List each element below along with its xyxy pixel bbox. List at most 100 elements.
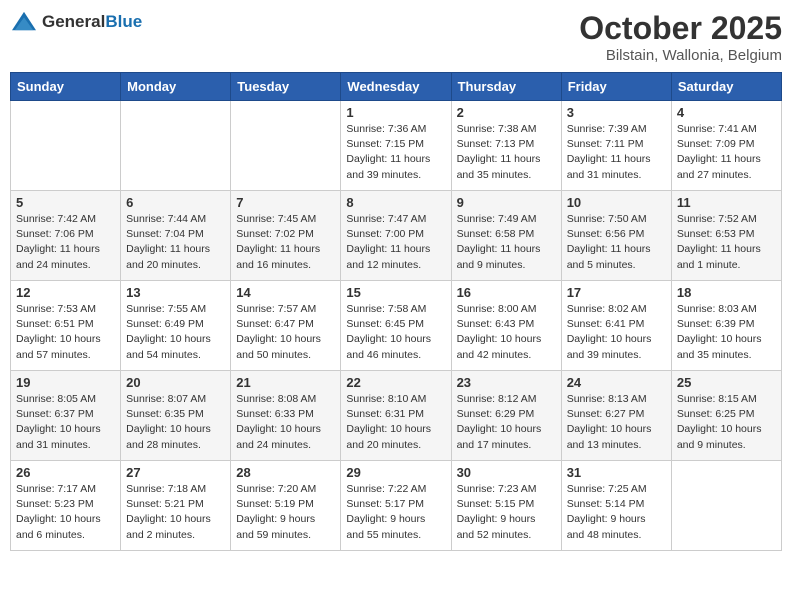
day-number: 15 — [346, 285, 445, 300]
day-info: Sunrise: 7:50 AM Sunset: 6:56 PM Dayligh… — [567, 212, 666, 273]
header-thursday: Thursday — [451, 73, 561, 101]
calendar-cell: 3 Sunrise: 7:39 AM Sunset: 7:11 PM Daylig… — [561, 101, 671, 191]
day-info: Sunrise: 7:38 AM Sunset: 7:13 PM Dayligh… — [457, 122, 556, 183]
day-info: Sunrise: 8:15 AM Sunset: 6:25 PM Dayligh… — [677, 392, 776, 453]
page-header: GeneralBlue October 2025 Bilstain, Wallo… — [10, 10, 782, 64]
day-number: 7 — [236, 195, 335, 210]
day-info: Sunrise: 7:58 AM Sunset: 6:45 PM Dayligh… — [346, 302, 445, 363]
day-number: 4 — [677, 105, 776, 120]
calendar-cell: 26Sunrise: 7:17 AM Sunset: 5:23 PM Dayli… — [11, 461, 121, 551]
calendar-cell: 2Sunrise: 7:38 AM Sunset: 7:13 PM Daylig… — [451, 101, 561, 191]
day-number: 11 — [677, 195, 776, 210]
calendar-cell: 15 Sunrise: 7:58 AM Sunset: 6:45 PM Dayli… — [341, 281, 451, 371]
title-block: October 2025 Bilstain, Wallonia, Belgium — [579, 10, 782, 64]
day-info: Sunrise: 7:55 AM Sunset: 6:49 PM Dayligh… — [126, 302, 225, 363]
day-info: Sunrise: 7:44 AM Sunset: 7:04 PM Dayligh… — [126, 212, 225, 273]
calendar-cell: 18Sunrise: 8:03 AM Sunset: 6:39 PM Dayli… — [671, 281, 781, 371]
day-number: 19 — [16, 375, 115, 390]
calendar-week-2: 5 Sunrise: 7:42 AM Sunset: 7:06 PM Daylig… — [11, 191, 782, 281]
day-info: Sunrise: 7:47 AM Sunset: 7:00 PM Dayligh… — [346, 212, 445, 273]
calendar-cell: 14 Sunrise: 7:57 AM Sunset: 6:47 PM Dayli… — [231, 281, 341, 371]
day-number: 18 — [677, 285, 776, 300]
calendar-week-1: 1 Sunrise: 7:36 AM Sunset: 7:15 PM Daylig… — [11, 101, 782, 191]
calendar-cell: 19 Sunrise: 8:05 AM Sunset: 6:37 PM Dayli… — [11, 371, 121, 461]
day-number: 10 — [567, 195, 666, 210]
header-monday: Monday — [121, 73, 231, 101]
day-info: Sunrise: 7:22 AM Sunset: 5:17 PM Dayligh… — [346, 482, 445, 543]
day-number: 17 — [567, 285, 666, 300]
day-info: Sunrise: 8:08 AM Sunset: 6:33 PM Dayligh… — [236, 392, 335, 453]
day-info: Sunrise: 7:17 AM Sunset: 5:23 PM Dayligh… — [16, 482, 115, 543]
day-info: Sunrise: 8:00 AM Sunset: 6:43 PM Dayligh… — [457, 302, 556, 363]
day-info: Sunrise: 7:49 AM Sunset: 6:58 PM Dayligh… — [457, 212, 556, 273]
day-number: 3 — [567, 105, 666, 120]
day-info: Sunrise: 8:10 AM Sunset: 6:31 PM Dayligh… — [346, 392, 445, 453]
calendar-cell: 22 Sunrise: 8:10 AM Sunset: 6:31 PM Dayli… — [341, 371, 451, 461]
day-number: 6 — [126, 195, 225, 210]
calendar-cell: 8 Sunrise: 7:47 AM Sunset: 7:00 PM Daylig… — [341, 191, 451, 281]
day-info: Sunrise: 7:41 AM Sunset: 7:09 PM Dayligh… — [677, 122, 776, 183]
calendar-cell: 5 Sunrise: 7:42 AM Sunset: 7:06 PM Daylig… — [11, 191, 121, 281]
calendar-cell — [671, 461, 781, 551]
calendar-cell — [231, 101, 341, 191]
calendar-cell: 4 Sunrise: 7:41 AM Sunset: 7:09 PM Daylig… — [671, 101, 781, 191]
header-wednesday: Wednesday — [341, 73, 451, 101]
calendar-cell: 16Sunrise: 8:00 AM Sunset: 6:43 PM Dayli… — [451, 281, 561, 371]
calendar-cell: 29 Sunrise: 7:22 AM Sunset: 5:17 PM Dayli… — [341, 461, 451, 551]
calendar-cell: 7 Sunrise: 7:45 AM Sunset: 7:02 PM Daylig… — [231, 191, 341, 281]
day-number: 1 — [346, 105, 445, 120]
calendar-cell: 28 Sunrise: 7:20 AM Sunset: 5:19 PM Dayli… — [231, 461, 341, 551]
calendar-cell: 21 Sunrise: 8:08 AM Sunset: 6:33 PM Dayli… — [231, 371, 341, 461]
calendar-table: Sunday Monday Tuesday Wednesday Thursday… — [10, 72, 782, 551]
calendar-cell: 11Sunrise: 7:52 AM Sunset: 6:53 PM Dayli… — [671, 191, 781, 281]
day-info: Sunrise: 7:57 AM Sunset: 6:47 PM Dayligh… — [236, 302, 335, 363]
day-info: Sunrise: 8:12 AM Sunset: 6:29 PM Dayligh… — [457, 392, 556, 453]
day-info: Sunrise: 7:53 AM Sunset: 6:51 PM Dayligh… — [16, 302, 115, 363]
day-number: 20 — [126, 375, 225, 390]
day-number: 13 — [126, 285, 225, 300]
calendar-cell: 31Sunrise: 7:25 AM Sunset: 5:14 PM Dayli… — [561, 461, 671, 551]
day-number: 8 — [346, 195, 445, 210]
header-sunday: Sunday — [11, 73, 121, 101]
calendar-week-4: 19 Sunrise: 8:05 AM Sunset: 6:37 PM Dayli… — [11, 371, 782, 461]
logo-blue-text: Blue — [105, 12, 142, 31]
day-info: Sunrise: 7:42 AM Sunset: 7:06 PM Dayligh… — [16, 212, 115, 273]
day-info: Sunrise: 8:07 AM Sunset: 6:35 PM Dayligh… — [126, 392, 225, 453]
header-friday: Friday — [561, 73, 671, 101]
day-info: Sunrise: 7:36 AM Sunset: 7:15 PM Dayligh… — [346, 122, 445, 183]
day-number: 29 — [346, 465, 445, 480]
calendar-cell: 30Sunrise: 7:23 AM Sunset: 5:15 PM Dayli… — [451, 461, 561, 551]
calendar-cell — [11, 101, 121, 191]
day-info: Sunrise: 7:39 AM Sunset: 7:11 PM Dayligh… — [567, 122, 666, 183]
day-number: 27 — [126, 465, 225, 480]
calendar-cell: 20 Sunrise: 8:07 AM Sunset: 6:35 PM Dayli… — [121, 371, 231, 461]
calendar-week-3: 12 Sunrise: 7:53 AM Sunset: 6:51 PM Dayli… — [11, 281, 782, 371]
month-title: October 2025 — [579, 10, 782, 47]
logo: GeneralBlue — [10, 10, 142, 34]
calendar-cell: 1 Sunrise: 7:36 AM Sunset: 7:15 PM Daylig… — [341, 101, 451, 191]
day-info: Sunrise: 8:05 AM Sunset: 6:37 PM Dayligh… — [16, 392, 115, 453]
day-number: 21 — [236, 375, 335, 390]
calendar-cell: 13 Sunrise: 7:55 AM Sunset: 6:49 PM Dayli… — [121, 281, 231, 371]
day-info: Sunrise: 7:45 AM Sunset: 7:02 PM Dayligh… — [236, 212, 335, 273]
day-info: Sunrise: 7:18 AM Sunset: 5:21 PM Dayligh… — [126, 482, 225, 543]
location-title: Bilstain, Wallonia, Belgium — [579, 47, 782, 64]
calendar-cell: 10 Sunrise: 7:50 AM Sunset: 6:56 PM Dayli… — [561, 191, 671, 281]
day-info: Sunrise: 7:25 AM Sunset: 5:14 PM Dayligh… — [567, 482, 666, 543]
day-number: 30 — [457, 465, 556, 480]
logo-icon — [10, 10, 38, 34]
header-tuesday: Tuesday — [231, 73, 341, 101]
day-number: 28 — [236, 465, 335, 480]
day-number: 24 — [567, 375, 666, 390]
calendar-cell: 23Sunrise: 8:12 AM Sunset: 6:29 PM Dayli… — [451, 371, 561, 461]
calendar-cell: 12 Sunrise: 7:53 AM Sunset: 6:51 PM Dayli… — [11, 281, 121, 371]
day-number: 14 — [236, 285, 335, 300]
day-number: 5 — [16, 195, 115, 210]
day-info: Sunrise: 7:20 AM Sunset: 5:19 PM Dayligh… — [236, 482, 335, 543]
logo-general-text: General — [42, 12, 105, 31]
day-number: 12 — [16, 285, 115, 300]
day-number: 22 — [346, 375, 445, 390]
day-info: Sunrise: 8:02 AM Sunset: 6:41 PM Dayligh… — [567, 302, 666, 363]
day-number: 9 — [457, 195, 556, 210]
calendar-cell: 27 Sunrise: 7:18 AM Sunset: 5:21 PM Dayli… — [121, 461, 231, 551]
